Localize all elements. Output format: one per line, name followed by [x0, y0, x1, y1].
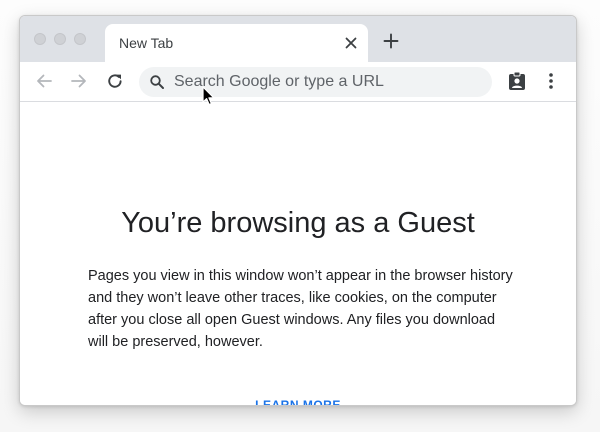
page-title: You’re browsing as a Guest — [121, 207, 475, 239]
toolbar — [20, 62, 576, 102]
more-vert-icon[interactable] — [540, 70, 562, 92]
search-icon — [150, 75, 164, 89]
window-minimize-button[interactable] — [54, 33, 66, 45]
omnibox[interactable] — [139, 67, 492, 97]
tab-title: New Tab — [119, 35, 174, 51]
guest-profile-icon[interactable] — [506, 70, 528, 92]
arrow-right-icon[interactable] — [68, 70, 90, 92]
window-maximize-button[interactable] — [74, 33, 86, 45]
page-description: Pages you view in this window won’t appe… — [88, 268, 513, 350]
plus-icon[interactable] — [380, 30, 402, 52]
learn-more-link[interactable]: LEARN MORE — [20, 398, 576, 405]
window-close-button[interactable] — [34, 33, 46, 45]
mouse-cursor-icon — [202, 86, 215, 106]
screen: New Tab Search Google or type a URL You’… — [0, 0, 600, 432]
tab-new-tab[interactable]: New Tab — [105, 24, 368, 62]
guest-page: You’re browsing as a Guest Pages you vie… — [20, 102, 576, 405]
arrow-left-icon[interactable] — [33, 70, 55, 92]
reload-icon[interactable] — [104, 70, 126, 92]
omnibox-input[interactable] — [174, 67, 474, 97]
tab-strip: New Tab — [20, 16, 576, 62]
browser-window: New Tab Search Google or type a URL You’… — [19, 15, 577, 406]
close-icon[interactable] — [342, 34, 360, 52]
